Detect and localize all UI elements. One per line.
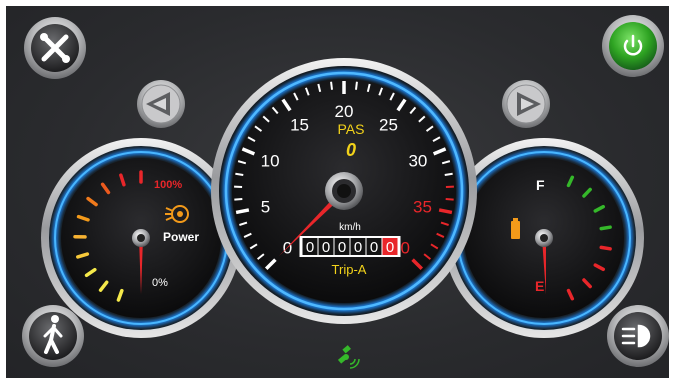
speed-scale-label: 20 bbox=[335, 102, 354, 121]
odometer: 000000 bbox=[299, 236, 401, 257]
power-button[interactable] bbox=[602, 15, 664, 77]
speed-scale-label: 30 bbox=[408, 151, 427, 170]
odometer-digit: 0 bbox=[338, 239, 346, 256]
battery-icon bbox=[511, 218, 520, 239]
speed-scale-label: 25 bbox=[379, 115, 398, 134]
speed-tick bbox=[234, 198, 243, 201]
power-title: Power bbox=[163, 230, 199, 244]
power-gauge: 100% 0% Power bbox=[41, 138, 241, 338]
fuel-tick bbox=[599, 225, 612, 231]
speed-unit: km/h bbox=[339, 222, 361, 233]
previous-button[interactable] bbox=[137, 80, 185, 128]
speed-tick bbox=[235, 208, 250, 215]
pas-level-value: 0 bbox=[346, 140, 356, 160]
speed-tick bbox=[444, 172, 453, 177]
pas-label: PAS bbox=[338, 121, 365, 137]
speed-tick bbox=[438, 208, 453, 215]
headlight-button[interactable] bbox=[607, 305, 669, 367]
dashboard-screen: 100% 0% Power F E 5 10 15 20 25 30 35 40… bbox=[6, 6, 669, 378]
power-max-label: 100% bbox=[154, 179, 182, 191]
walk-assist-button[interactable] bbox=[22, 305, 84, 367]
speed-scale-label: 35 bbox=[413, 198, 432, 217]
speed-tick bbox=[445, 198, 454, 201]
speed-tick bbox=[354, 81, 358, 90]
fuel-tick bbox=[599, 245, 612, 251]
odometer-digit: 0 bbox=[386, 239, 394, 256]
speed-scale-label: 5 bbox=[261, 198, 270, 217]
speed-tick bbox=[235, 172, 244, 177]
trip-label: Trip-A bbox=[332, 262, 367, 277]
speed-scale-label: 15 bbox=[290, 115, 309, 134]
speed-tick bbox=[330, 81, 334, 90]
speedometer: 0510152025303540 PAS 0 km/h 000000 Trip-… bbox=[211, 58, 477, 324]
odometer-digit: 0 bbox=[306, 239, 314, 256]
settings-button[interactable] bbox=[24, 17, 86, 79]
speed-scale-label: 10 bbox=[261, 151, 280, 170]
power-min-label: 0% bbox=[152, 277, 168, 289]
fuel-empty-label: E bbox=[535, 278, 544, 294]
odometer-digit: 0 bbox=[322, 239, 330, 256]
next-button[interactable] bbox=[502, 80, 550, 128]
odometer-digit: 0 bbox=[354, 239, 362, 256]
fuel-full-label: F bbox=[536, 177, 545, 193]
odometer-digit: 0 bbox=[370, 239, 378, 256]
gps-satellite-icon bbox=[337, 345, 360, 369]
